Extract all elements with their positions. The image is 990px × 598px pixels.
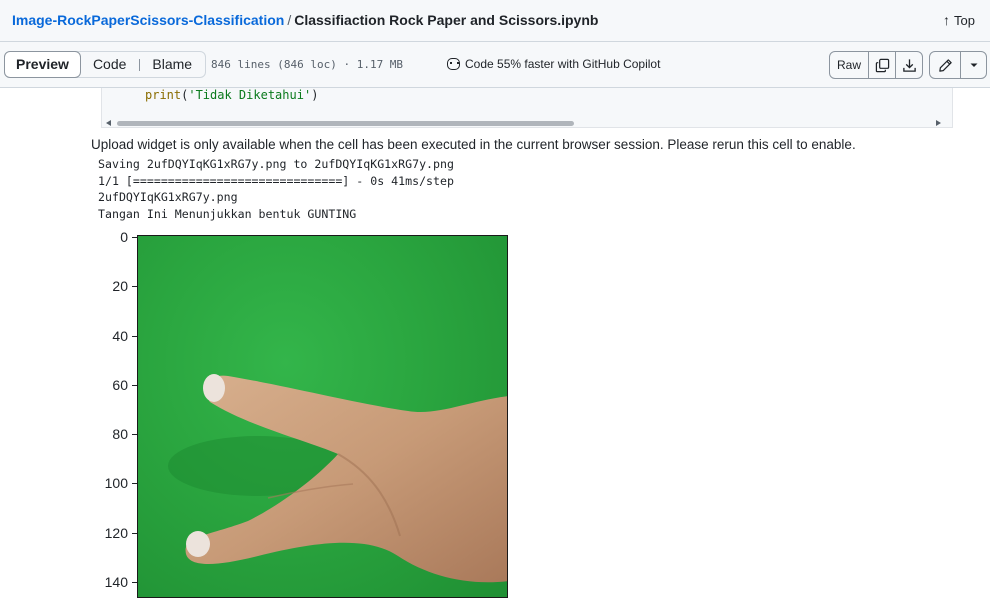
top-link-label: Top [954,13,975,28]
hand-scissors-image [137,235,508,598]
tab-blame[interactable]: Blame [139,52,205,77]
edit-actions-group [929,51,987,79]
y-tick-label: 120 [104,525,128,541]
code-paren-close: ) [311,88,319,102]
code-function: print [145,88,182,102]
arrow-up-icon: ↑ [943,12,951,28]
file-header: Image-RockPaperScissors-Classification / C… [0,0,990,42]
file-actions-group: Raw [829,51,923,79]
code-line: print('Tidak Diketahui') [145,88,318,102]
hand-illustration [168,374,507,583]
y-tick-label: 140 [104,574,128,590]
raw-button[interactable]: Raw [830,52,868,78]
pencil-icon [938,58,952,72]
repo-link[interactable]: Image-RockPaperScissors-Classification [12,12,284,28]
breadcrumb-separator: / [287,12,292,28]
copy-icon [875,58,889,72]
y-tick-label: 40 [112,328,128,344]
download-button[interactable] [895,52,922,78]
file-meta: 846 lines (846 loc) · 1.17 MB [211,58,404,71]
code-string: 'Tidak Diketahui' [188,88,312,102]
y-tick-label: 20 [112,278,128,294]
breadcrumb: Image-RockPaperScissors-Classification / C… [12,12,598,28]
copy-raw-button[interactable] [868,52,895,78]
output-line: Saving 2ufDQYIqKG1xRG7y.png to 2ufDQYIqK… [98,157,454,171]
copilot-icon [447,58,460,70]
y-tick-label: 100 [104,475,128,491]
code-cell-tail: print('Tidak Diketahui') [101,88,953,128]
tab-code[interactable]: Code [80,52,139,77]
more-edit-options-button[interactable] [960,52,986,78]
horizontal-scrollbar[interactable] [117,121,574,126]
tab-preview[interactable]: Preview [4,51,81,78]
y-tick-label: 0 [120,229,128,245]
y-tick-label: 60 [112,377,128,393]
upload-widget-notice: Upload widget is only available when the… [91,137,856,152]
output-line: 2ufDQYIqKG1xRG7y.png [98,190,238,204]
prediction-output-line: Tangan Ini Menunjukkan bentuk GUNTING [98,207,357,221]
copilot-promo-text: Code 55% faster with GitHub Copilot [465,57,661,71]
view-mode-switch: Preview Code Blame [4,51,207,78]
file-name: Classifiaction Rock Paper and Scissors.i… [294,12,599,28]
output-line: 1/1 [==============================] - 0… [98,174,454,188]
y-tick-label: 80 [112,426,128,442]
edit-button[interactable] [930,52,960,78]
file-toolbar: Preview Code Blame 846 lines (846 loc) ·… [0,42,990,88]
scroll-left-icon[interactable] [106,120,111,126]
copilot-promo[interactable]: Code 55% faster with GitHub Copilot [447,57,660,71]
scroll-right-icon[interactable] [936,120,941,126]
download-icon [902,58,916,72]
chevron-down-icon [970,63,977,67]
top-link[interactable]: ↑ Top [943,12,975,28]
